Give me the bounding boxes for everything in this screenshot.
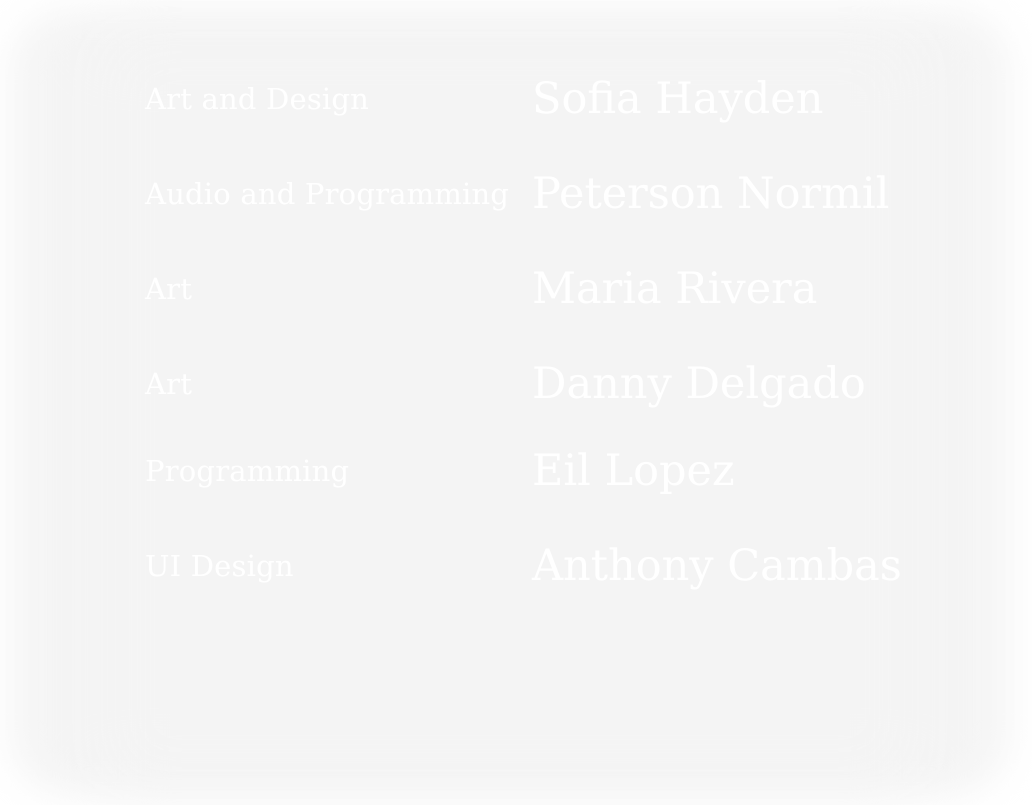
credit-role: Art and Design [145,82,370,116]
credits-list: Art and Design Sofia Hayden Audio and Pr… [0,0,1032,805]
credit-role: UI Design [145,549,294,583]
credit-name: Peterson Normil [532,169,890,219]
credit-name: Danny Delgado [532,359,866,409]
credit-name: Sofia Hayden [532,74,824,124]
credits-screen: Art and Design Sofia Hayden Audio and Pr… [0,0,1032,805]
credit-role: Programming [145,454,350,488]
credit-role: Audio and Programming [145,177,510,211]
credit-name: Maria Rivera [532,264,818,314]
credit-name: Eil Lopez [532,446,735,496]
credit-role: Art [145,272,193,306]
credit-name: Anthony Cambas [532,541,902,591]
credit-role: Art [145,367,193,401]
